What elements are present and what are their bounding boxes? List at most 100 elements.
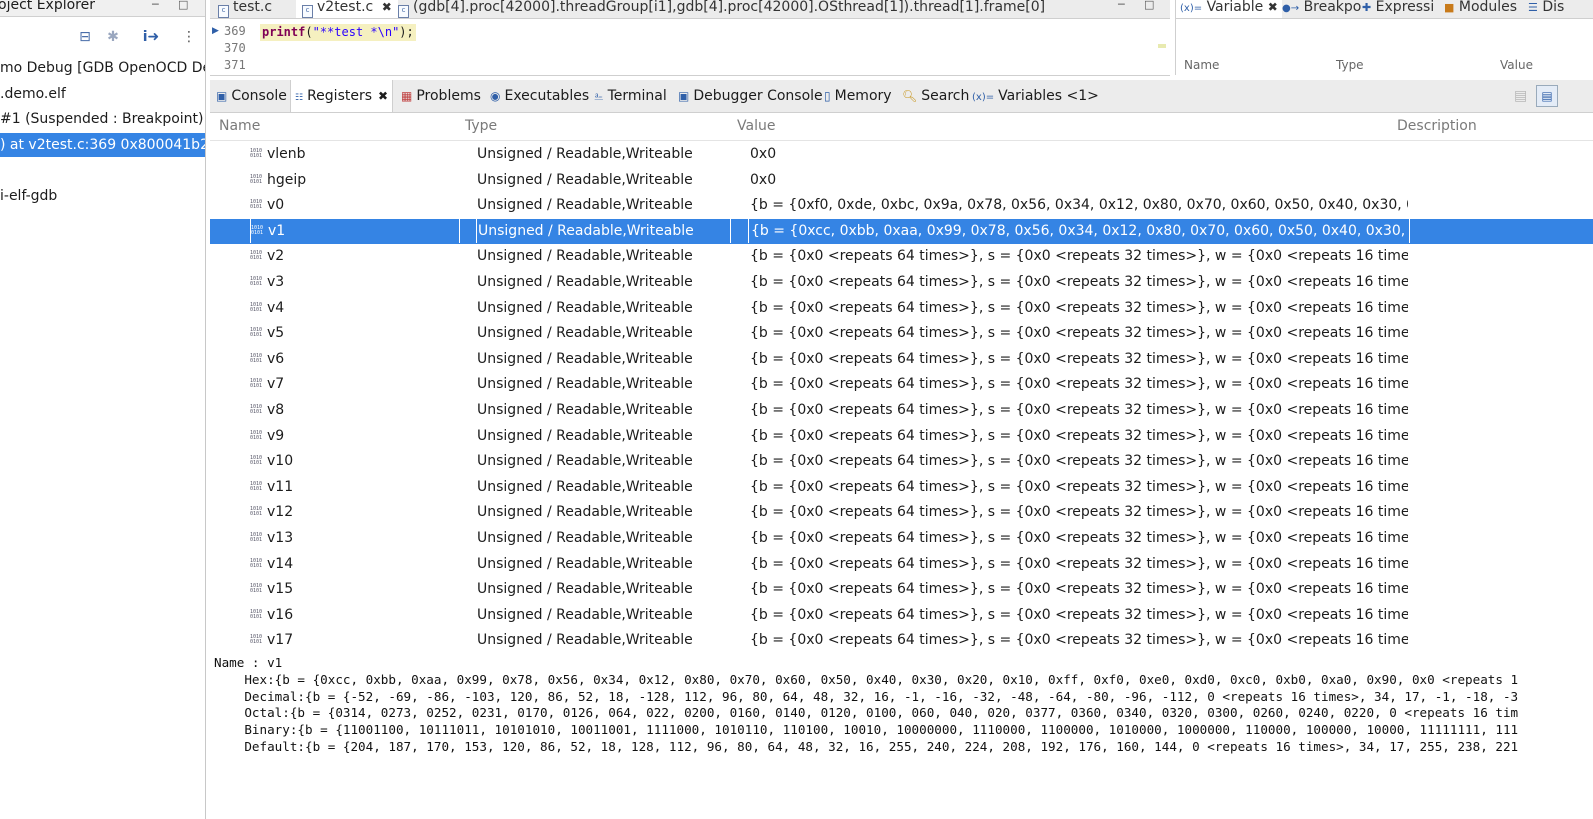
tab-search[interactable]: 🔍︎ Search bbox=[898, 80, 973, 112]
register-name-cell[interactable]: 1010 0101 v14 bbox=[250, 552, 475, 576]
register-name-cell[interactable]: 1010 0101 v10 bbox=[250, 449, 475, 473]
register-row[interactable]: 1010 0101 v1 Unsigned / Readable,Writeable{… bbox=[210, 218, 1593, 245]
registers-table[interactable]: 1010 0101 vlenb Unsigned / Readable,Writeab… bbox=[210, 142, 1593, 655]
column-header-name[interactable]: Name bbox=[219, 118, 260, 134]
tab-v2test-c[interactable]: c v2test.c ✖ bbox=[296, 0, 398, 18]
register-row[interactable]: 1010 0101 v12 Unsigned / Readable,Writeable… bbox=[210, 500, 1593, 526]
tab-console[interactable]: ▣ Console bbox=[212, 80, 291, 112]
register-value[interactable]: {b = {0x0 <repeats 64 times>}, s = {0x0 … bbox=[730, 552, 1408, 576]
tab-variables-1[interactable]: (x)= Variables <1> bbox=[968, 80, 1103, 112]
register-name-cell[interactable]: 1010 0101 v16 bbox=[250, 603, 475, 627]
tab-variables[interactable]: (x)= Variable ✖ bbox=[1176, 0, 1282, 18]
register-row[interactable]: 1010 0101 v8 Unsigned / Readable,Writeable {… bbox=[210, 398, 1593, 424]
tab-test-c[interactable]: c test.c bbox=[212, 0, 278, 18]
current-code-line[interactable]: printf("**test *\n"); bbox=[260, 24, 416, 41]
register-value[interactable]: {b = {0xcc, 0xbb, 0xaa, 0x99, 0x78, 0x56… bbox=[730, 218, 1410, 243]
register-name-cell[interactable]: 1010 0101 v2 bbox=[250, 244, 475, 268]
toggle-layout-icon[interactable]: ▤ bbox=[1536, 85, 1558, 107]
register-row[interactable]: 1010 0101 v14 Unsigned / Readable,Writeable… bbox=[210, 552, 1593, 578]
tab-expressions[interactable]: ✚ Expressi bbox=[1362, 0, 1434, 18]
register-row[interactable]: 1010 0101 v6 Unsigned / Readable,Writeable {… bbox=[210, 347, 1593, 373]
register-name-cell[interactable]: 1010 0101 v5 bbox=[250, 321, 475, 345]
tree-item[interactable]: .demo.elf bbox=[0, 82, 205, 106]
register-value[interactable]: {b = {0x0 <repeats 64 times>}, s = {0x0 … bbox=[730, 500, 1408, 524]
register-row[interactable]: 1010 0101 vlenb Unsigned / Readable,Writeab… bbox=[210, 142, 1593, 168]
register-value[interactable]: {b = {0x0 <repeats 64 times>}, s = {0x0 … bbox=[730, 475, 1408, 499]
register-value[interactable]: {b = {0x0 <repeats 64 times>}, s = {0x0 … bbox=[730, 347, 1408, 371]
tab-problems[interactable]: ▦ Problems bbox=[397, 80, 485, 112]
register-row[interactable]: 1010 0101 v15 Unsigned / Readable,Writeable… bbox=[210, 577, 1593, 603]
layout-icon[interactable]: ▤ bbox=[1514, 88, 1527, 104]
register-value[interactable]: {b = {0xf0, 0xde, 0xbc, 0x9a, 0x78, 0x56… bbox=[730, 193, 1408, 217]
column-header-name[interactable]: Name bbox=[1184, 58, 1219, 72]
view-menu-icon[interactable]: ⋮ bbox=[180, 28, 198, 46]
minimize-icon[interactable]: ─ bbox=[1118, 0, 1125, 11]
register-row[interactable]: 1010 0101 v13 Unsigned / Readable,Writeable… bbox=[210, 526, 1593, 552]
register-name-cell[interactable]: 1010 0101 v7 bbox=[250, 372, 475, 396]
register-row[interactable]: 1010 0101 v16 Unsigned / Readable,Writeable… bbox=[210, 603, 1593, 629]
register-name-cell[interactable]: 1010 0101 v13 bbox=[250, 526, 475, 550]
register-row[interactable]: 1010 0101 v17 Unsigned / Readable,Writeable… bbox=[210, 628, 1593, 654]
register-name-cell[interactable]: 1010 0101 v17 bbox=[250, 628, 475, 652]
register-row[interactable]: 1010 0101 hgeip Unsigned / Readable,Writeab… bbox=[210, 168, 1593, 194]
register-row[interactable]: 1010 0101 v2 Unsigned / Readable,Writeable {… bbox=[210, 244, 1593, 270]
register-value[interactable]: {b = {0x0 <repeats 64 times>}, s = {0x0 … bbox=[730, 398, 1408, 422]
register-row[interactable]: 1010 0101 v11 Unsigned / Readable,Writeable… bbox=[210, 475, 1593, 501]
column-header-type[interactable]: Type bbox=[1336, 58, 1364, 72]
tab-memory[interactable]: ▯ Memory bbox=[820, 80, 896, 112]
tab-disassembly[interactable]: ☰ Dis bbox=[1528, 0, 1564, 18]
register-value[interactable]: {b = {0x0 <repeats 64 times>}, s = {0x0 … bbox=[730, 296, 1408, 320]
register-value[interactable]: 0x0 bbox=[730, 168, 1408, 192]
maximize-icon[interactable]: □ bbox=[1144, 0, 1154, 11]
register-value[interactable]: {b = {0x0 <repeats 64 times>}, s = {0x0 … bbox=[730, 372, 1408, 396]
tab-breakpoints[interactable]: ●→ Breakpo bbox=[1282, 0, 1361, 18]
register-value[interactable]: {b = {0x0 <repeats 64 times>}, s = {0x0 … bbox=[730, 270, 1408, 294]
register-name-cell[interactable]: 1010 0101 v1 bbox=[250, 218, 477, 243]
column-header-type[interactable]: Type bbox=[465, 118, 497, 134]
tab-modules[interactable]: ■ Modules bbox=[1444, 0, 1517, 18]
code-editor[interactable]: ▶ 369 370 371 printf("**test *\n"); bbox=[210, 19, 1170, 76]
maximize-icon[interactable]: □ bbox=[178, 0, 188, 11]
register-name-cell[interactable]: 1010 0101 v4 bbox=[250, 296, 475, 320]
step-into-icon[interactable]: i➜ bbox=[142, 28, 160, 46]
register-value[interactable]: {b = {0x0 <repeats 64 times>}, s = {0x0 … bbox=[730, 603, 1408, 627]
tab-frame-disassembly[interactable]: c (gdb[4].proc[42000].threadGroup[i1],gdb… bbox=[392, 0, 1051, 18]
tree-item[interactable]: mo Debug [GDB OpenOCD Debu bbox=[0, 56, 205, 80]
register-value[interactable]: {b = {0x0 <repeats 64 times>}, s = {0x0 … bbox=[730, 244, 1408, 268]
column-header-value[interactable]: Value bbox=[1500, 58, 1533, 72]
register-row[interactable]: 1010 0101 v7 Unsigned / Readable,Writeable {… bbox=[210, 372, 1593, 398]
register-name-cell[interactable]: 1010 0101 v9 bbox=[250, 424, 475, 448]
link-with-editor-icon[interactable]: ✱ bbox=[104, 28, 122, 46]
register-row[interactable]: 1010 0101 v0 Unsigned / Readable,Writeable {… bbox=[210, 193, 1593, 219]
tree-item[interactable] bbox=[0, 158, 205, 182]
register-name-cell[interactable]: 1010 0101 vlenb bbox=[250, 142, 475, 166]
register-value[interactable]: 0x0 bbox=[730, 142, 1408, 166]
register-name-cell[interactable]: 1010 0101 v11 bbox=[250, 475, 475, 499]
tab-registers[interactable]: ☷ Registers ✖ bbox=[290, 80, 394, 112]
register-name-cell[interactable]: 1010 0101 hgeip bbox=[250, 168, 475, 192]
register-value[interactable]: {b = {0x0 <repeats 64 times>}, s = {0x0 … bbox=[730, 424, 1408, 448]
register-value[interactable]: {b = {0x0 <repeats 64 times>}, s = {0x0 … bbox=[730, 321, 1408, 345]
tree-item[interactable]: #1 (Suspended : Breakpoint) bbox=[0, 107, 205, 131]
tab-terminal[interactable]: ⎁ Terminal bbox=[590, 80, 671, 112]
close-icon[interactable]: ✖ bbox=[378, 89, 388, 103]
column-header-value[interactable]: Value bbox=[737, 118, 775, 134]
tab-executables[interactable]: ◉ Executables bbox=[486, 80, 593, 112]
register-detail-pane[interactable]: Name : v1 Hex:{b = {0xcc, 0xbb, 0xaa, 0x… bbox=[210, 655, 1593, 819]
register-value[interactable]: {b = {0x0 <repeats 64 times>}, s = {0x0 … bbox=[730, 449, 1408, 473]
register-value[interactable]: {b = {0x0 <repeats 64 times>}, s = {0x0 … bbox=[730, 526, 1408, 550]
tab-debugger-console[interactable]: ▣ Debugger Console bbox=[674, 80, 827, 112]
column-header-description[interactable]: Description bbox=[1397, 118, 1477, 134]
collapse-all-icon[interactable]: ⊟ bbox=[76, 28, 94, 46]
tree-item[interactable]: ) at v2test.c:369 0x800041b2 bbox=[0, 132, 205, 157]
register-row[interactable]: 1010 0101 v4 Unsigned / Readable,Writeable {… bbox=[210, 296, 1593, 322]
close-icon[interactable]: ✖ bbox=[1268, 0, 1278, 14]
register-name-cell[interactable]: 1010 0101 v8 bbox=[250, 398, 475, 422]
tree-item[interactable]: i-elf-gdb bbox=[0, 184, 205, 208]
register-name-cell[interactable]: 1010 0101 v6 bbox=[250, 347, 475, 371]
register-name-cell[interactable]: 1010 0101 v12 bbox=[250, 500, 475, 524]
register-value[interactable]: {b = {0x0 <repeats 64 times>}, s = {0x0 … bbox=[730, 628, 1408, 652]
register-value[interactable]: {b = {0x0 <repeats 64 times>}, s = {0x0 … bbox=[730, 577, 1408, 601]
close-icon[interactable]: ✖ bbox=[382, 0, 392, 14]
register-row[interactable]: 1010 0101 v10 Unsigned / Readable,Writeable… bbox=[210, 449, 1593, 475]
